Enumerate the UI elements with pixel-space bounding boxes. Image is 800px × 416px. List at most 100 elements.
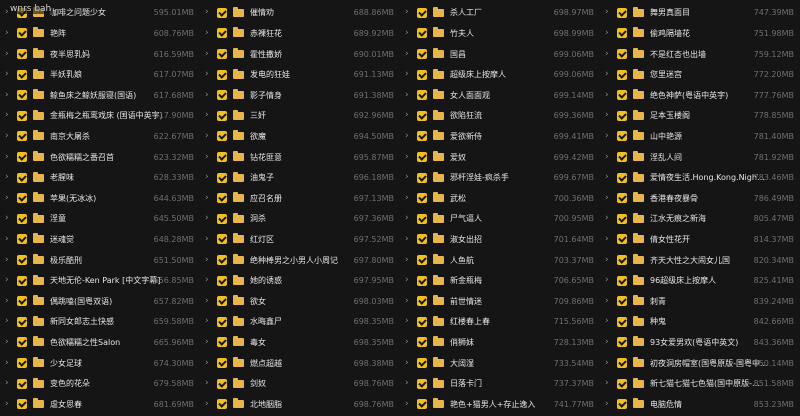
folder-row[interactable]: › 艳阵 608.76MB [0, 23, 200, 45]
folder-row[interactable]: › 偶跳嗑(国粤双语) 657.82MB [0, 290, 200, 312]
folder-row[interactable]: › 洞杀 697.36MB [200, 208, 400, 230]
expand-chevron-icon[interactable]: › [405, 255, 413, 265]
expand-chevron-icon[interactable]: › [5, 255, 13, 265]
checkbox-checked[interactable] [217, 296, 227, 307]
checkbox-checked[interactable] [217, 275, 227, 286]
folder-row[interactable]: › 红楼春上春 715.56MB [400, 311, 600, 333]
folder-row[interactable]: › 香港春夜暴骨 786.49MB [600, 187, 800, 209]
folder-row[interactable]: › 齐天大性之大闹女儿国 820.34MB [600, 249, 800, 271]
checkbox-checked[interactable] [417, 399, 427, 410]
expand-chevron-icon[interactable]: › [405, 337, 413, 347]
folder-row[interactable]: › 山中艳源 781.40MB [600, 126, 800, 148]
checkbox-checked[interactable] [617, 296, 627, 307]
expand-chevron-icon[interactable]: › [605, 152, 613, 162]
expand-chevron-icon[interactable]: › [405, 193, 413, 203]
folder-row[interactable]: › 色欲糯糯之性Salon 665.96MB [0, 332, 200, 354]
checkbox-checked[interactable] [417, 49, 427, 60]
checkbox-checked[interactable] [617, 378, 627, 389]
expand-chevron-icon[interactable]: › [605, 193, 613, 203]
folder-row[interactable]: › 虐女思春 681.69MB [0, 393, 200, 415]
expand-chevron-icon[interactable]: › [605, 317, 613, 326]
folder-row[interactable]: › 种鬼 842.66MB [600, 311, 800, 333]
folder-row[interactable]: › 南京大屠杀 622.67MB [0, 126, 200, 148]
checkbox-checked[interactable] [17, 234, 27, 245]
checkbox-checked[interactable] [617, 110, 627, 121]
folder-row[interactable]: › 变色的花朵 679.58MB [0, 373, 200, 395]
folder-row[interactable]: › 少女足球 674.30MB [0, 352, 200, 374]
folder-row[interactable]: › 红灯区 697.52MB [200, 229, 400, 251]
checkbox-checked[interactable] [17, 69, 27, 80]
folder-row[interactable]: › 金瓶梅之瓶鸾戏床 (国语中英字) 617.90MB [0, 105, 200, 127]
expand-chevron-icon[interactable]: › [205, 276, 213, 285]
checkbox-checked[interactable] [617, 69, 627, 80]
checkbox-checked[interactable] [617, 399, 627, 410]
checkbox-checked[interactable] [217, 316, 227, 327]
folder-row[interactable]: › 足本玉楼阁 778.85MB [600, 105, 800, 127]
expand-chevron-icon[interactable]: › [5, 131, 13, 141]
folder-row[interactable]: › 邪杆淫娃-疯杀手 699.67MB [400, 167, 600, 189]
folder-row[interactable]: › 老腥味 628.33MB [0, 167, 200, 189]
checkbox-checked[interactable] [617, 90, 627, 101]
folder-row[interactable]: › 钻花匪意 695.87MB [200, 146, 400, 168]
expand-chevron-icon[interactable]: › [605, 131, 613, 141]
expand-chevron-icon[interactable]: › [605, 70, 613, 79]
checkbox-checked[interactable] [217, 234, 227, 245]
checkbox-checked[interactable] [217, 172, 227, 183]
expand-chevron-icon[interactable]: › [5, 276, 13, 285]
expand-chevron-icon[interactable]: › [405, 358, 413, 368]
folder-row[interactable]: › 欲陷狂流 699.36MB [400, 105, 600, 127]
checkbox-checked[interactable] [417, 234, 427, 245]
expand-chevron-icon[interactable]: › [205, 399, 213, 409]
expand-chevron-icon[interactable]: › [5, 296, 13, 306]
folder-row[interactable]: › 淫乱人间 781.92MB [600, 146, 800, 168]
checkbox-checked[interactable] [417, 69, 427, 80]
checkbox-checked[interactable] [217, 337, 227, 348]
folder-row[interactable]: › 人鱼航 703.37MB [400, 249, 600, 271]
expand-chevron-icon[interactable]: › [5, 193, 13, 203]
checkbox-checked[interactable] [17, 28, 27, 39]
expand-chevron-icon[interactable]: › [5, 28, 13, 38]
expand-chevron-icon[interactable]: › [405, 152, 413, 162]
expand-chevron-icon[interactable]: › [205, 28, 213, 38]
expand-chevron-icon[interactable]: › [205, 255, 213, 265]
checkbox-checked[interactable] [617, 152, 627, 163]
expand-chevron-icon[interactable]: › [205, 70, 213, 79]
expand-chevron-icon[interactable]: › [605, 255, 613, 265]
checkbox-checked[interactable] [417, 90, 427, 101]
expand-chevron-icon[interactable]: › [605, 49, 613, 59]
checkbox-checked[interactable] [217, 49, 227, 60]
checkbox-checked[interactable] [217, 399, 227, 410]
checkbox-checked[interactable] [617, 193, 627, 204]
expand-chevron-icon[interactable]: › [205, 234, 213, 244]
expand-chevron-icon[interactable]: › [405, 379, 413, 388]
expand-chevron-icon[interactable]: › [605, 399, 613, 409]
expand-chevron-icon[interactable]: › [405, 131, 413, 141]
checkbox-checked[interactable] [217, 358, 227, 369]
expand-chevron-icon[interactable]: › [205, 317, 213, 326]
checkbox-checked[interactable] [17, 337, 27, 348]
expand-chevron-icon[interactable]: › [405, 28, 413, 38]
checkbox-checked[interactable] [217, 7, 227, 18]
expand-chevron-icon[interactable]: › [5, 399, 13, 409]
folder-row[interactable]: › 尸气逼人 700.95MB [400, 208, 600, 230]
folder-row[interactable]: › 色欲糯糯之番召首 623.32MB [0, 146, 200, 168]
checkbox-checked[interactable] [417, 7, 427, 18]
folder-row[interactable]: › 欲女 698.03MB [200, 290, 400, 312]
checkbox-checked[interactable] [417, 28, 427, 39]
checkbox-checked[interactable] [617, 275, 627, 286]
checkbox-checked[interactable] [417, 213, 427, 224]
folder-row[interactable]: › 半妖乳娘 617.07MB [0, 64, 200, 86]
expand-chevron-icon[interactable]: › [405, 214, 413, 223]
folder-row[interactable]: › 她的诱惑 697.95MB [200, 270, 400, 292]
folder-row[interactable]: › 大阔湿 733.54MB [400, 352, 600, 374]
checkbox-checked[interactable] [17, 358, 27, 369]
folder-row[interactable]: › 北地胭脂 698.76MB [200, 393, 400, 415]
checkbox-checked[interactable] [617, 213, 627, 224]
folder-row[interactable]: › 倩女性花开 814.37MB [600, 229, 800, 251]
checkbox-checked[interactable] [617, 49, 627, 60]
expand-chevron-icon[interactable]: › [405, 276, 413, 285]
expand-chevron-icon[interactable]: › [5, 214, 13, 223]
folder-row[interactable]: › 艳色+猫男人+存止逸入 741.77MB [400, 393, 600, 415]
folder-row[interactable]: › 爱欲新侍 699.41MB [400, 126, 600, 148]
folder-row[interactable]: › 超级床上按摩人 699.06MB [400, 64, 600, 86]
